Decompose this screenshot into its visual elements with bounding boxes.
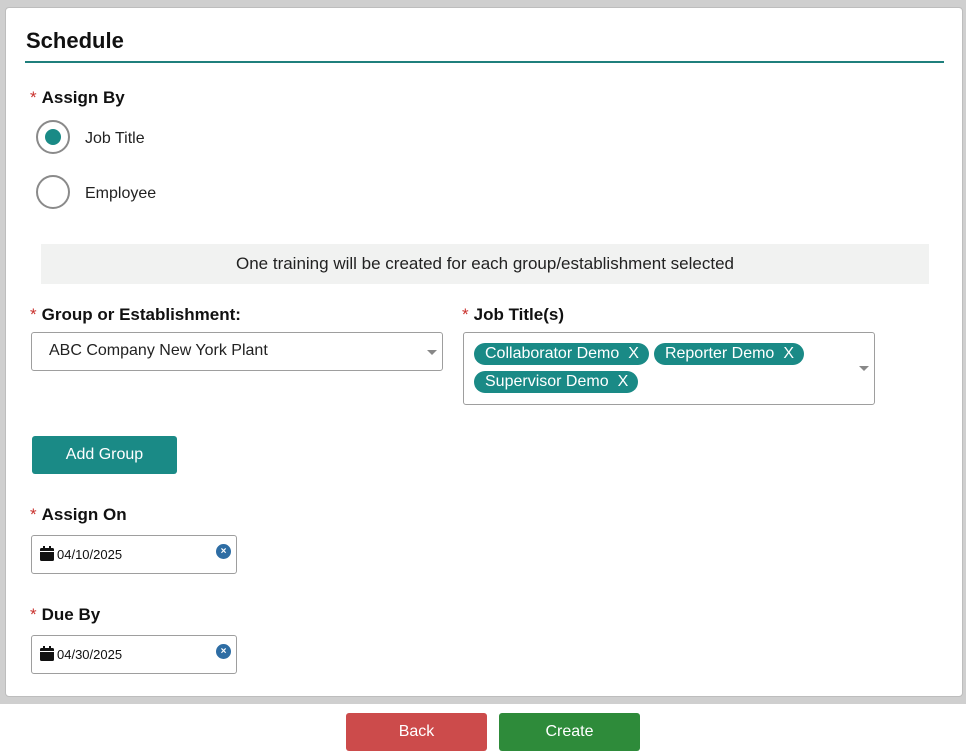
radio-selected-dot — [45, 129, 61, 145]
job-title-chips: Collaborator Demo X Reporter Demo X Supe… — [474, 343, 844, 393]
job-title-chip: Supervisor Demo X — [474, 371, 639, 393]
assign-on-date-input[interactable]: 04/10/2025 × — [31, 535, 237, 574]
info-banner: One training will be created for each gr… — [41, 244, 929, 284]
required-mark: * — [462, 305, 469, 324]
page-title: Schedule — [26, 28, 124, 53]
required-mark: * — [30, 305, 37, 324]
schedule-panel: Schedule * Assign By Job Title Employee O… — [5, 7, 963, 697]
dialog-backdrop: Schedule * Assign By Job Title Employee O… — [0, 0, 966, 704]
job-titles-label-text: Job Title(s) — [473, 305, 564, 324]
back-button[interactable]: Back — [346, 713, 487, 751]
required-mark: * — [30, 88, 37, 107]
assign-on-label-text: Assign On — [41, 505, 127, 524]
chip-remove-icon[interactable]: X — [628, 343, 639, 365]
job-title-chip: Reporter Demo X — [653, 343, 804, 365]
assign-by-label: * Assign By — [30, 88, 125, 108]
due-by-date-value: 04/30/2025 — [57, 647, 123, 662]
create-button[interactable]: Create — [499, 713, 640, 751]
job-titles-multiselect[interactable]: Collaborator Demo X Reporter Demo X Supe… — [463, 332, 875, 405]
required-mark: * — [30, 505, 37, 524]
clear-circle-icon[interactable]: × — [216, 544, 231, 559]
due-by-label-text: Due By — [41, 605, 101, 624]
info-banner-text: One training will be created for each gr… — [235, 254, 734, 273]
job-title-chip: Collaborator Demo X — [474, 343, 649, 365]
calendar-icon — [40, 546, 54, 561]
calendar-icon — [40, 646, 54, 661]
radio-employee[interactable] — [36, 175, 70, 209]
caret-down-icon — [427, 350, 437, 355]
assign-by-label-text: Assign By — [41, 88, 125, 107]
required-mark: * — [30, 605, 37, 624]
job-titles-label: * Job Title(s) — [462, 305, 564, 325]
assign-on-date-value: 04/10/2025 — [57, 547, 123, 562]
chip-remove-icon[interactable]: X — [618, 371, 629, 393]
due-by-date-input[interactable]: 04/30/2025 × — [31, 635, 237, 674]
chip-label: Supervisor Demo — [485, 373, 609, 390]
title-divider — [25, 61, 944, 63]
chip-remove-icon[interactable]: X — [783, 343, 794, 365]
due-by-label: * Due By — [30, 605, 100, 625]
add-group-button[interactable]: Add Group — [32, 436, 177, 474]
group-label-text: Group or Establishment: — [41, 305, 241, 324]
caret-down-icon — [859, 366, 869, 371]
chip-label: Collaborator Demo — [485, 345, 620, 362]
radio-employee-label[interactable]: Employee — [85, 185, 156, 203]
radio-job-title[interactable] — [36, 120, 70, 154]
assign-on-label: * Assign On — [30, 505, 127, 525]
group-select[interactable]: ABC Company New York Plant — [31, 332, 443, 371]
group-select-value: ABC Company New York Plant — [49, 342, 268, 359]
group-label: * Group or Establishment: — [30, 305, 241, 325]
radio-job-title-label[interactable]: Job Title — [85, 130, 145, 148]
chip-label: Reporter Demo — [664, 345, 775, 362]
clear-circle-icon[interactable]: × — [216, 644, 231, 659]
